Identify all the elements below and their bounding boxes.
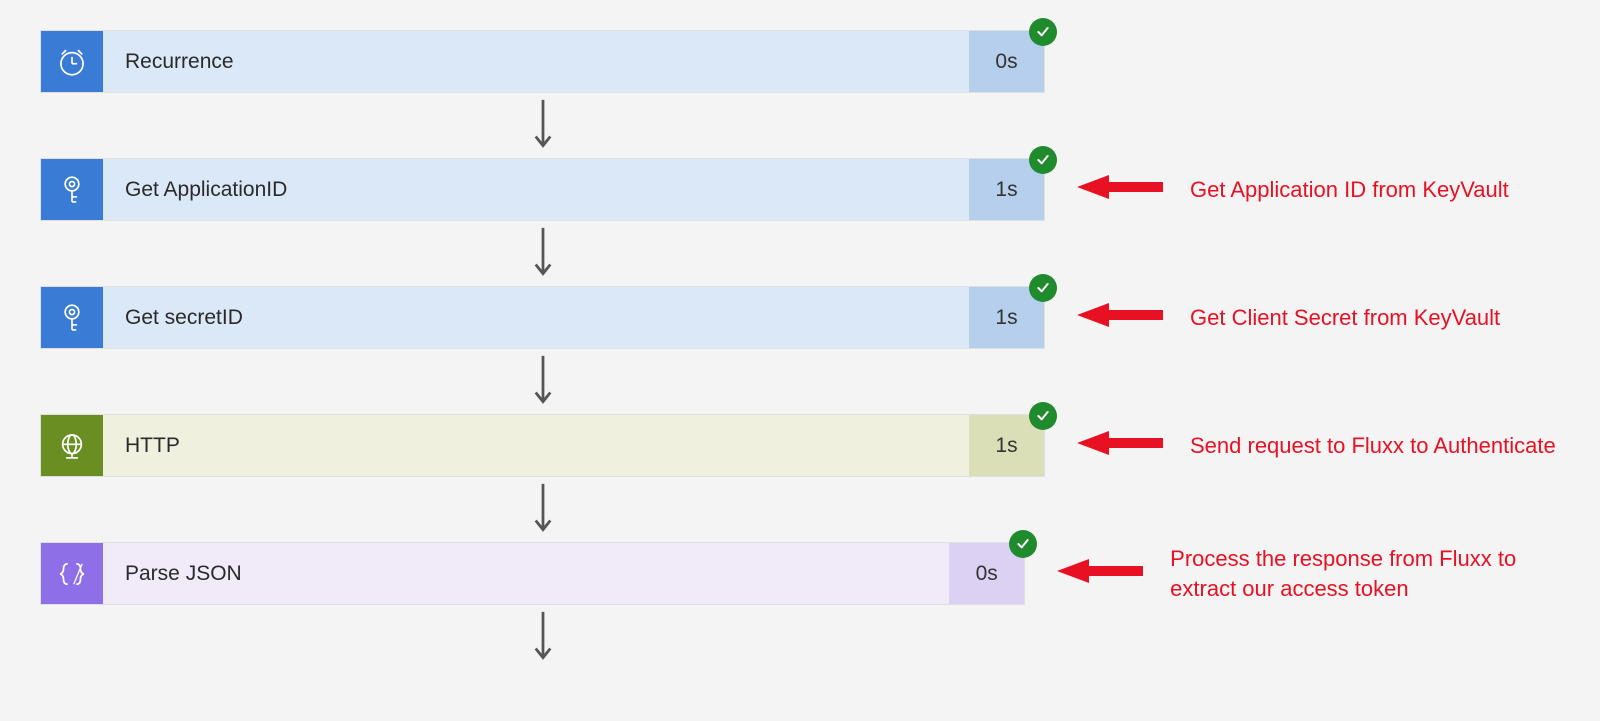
red-arrow-icon [1075, 300, 1165, 335]
logic-app-flow: Recurrence0s Get ApplicationID1s Get App… [0, 0, 1600, 700]
success-check-icon [1009, 530, 1037, 558]
success-check-icon [1029, 18, 1057, 46]
node-title: Recurrence [103, 31, 969, 92]
annotation: Get Application ID from KeyVault [1075, 172, 1509, 207]
red-arrow-icon [1055, 556, 1145, 591]
annotation-text: Get Client Secret from KeyVault [1190, 303, 1500, 333]
success-check-icon [1029, 146, 1057, 174]
annotation: Process the response from Fluxx to extra… [1055, 544, 1560, 603]
annotation-text: Send request to Fluxx to Authenticate [1190, 431, 1556, 461]
flow-arrow-down-icon [40, 349, 1045, 414]
clock-icon [41, 31, 103, 92]
globe-icon [41, 415, 103, 476]
annotation: Send request to Fluxx to Authenticate [1075, 428, 1556, 463]
annotation: Get Client Secret from KeyVault [1075, 300, 1500, 335]
node-title: HTTP [103, 415, 969, 476]
node-title: Get secretID [103, 287, 969, 348]
success-check-icon [1029, 402, 1057, 430]
flow-arrow-down-icon [40, 477, 1045, 542]
success-check-icon [1029, 274, 1057, 302]
annotation-text: Process the response from Fluxx to extra… [1170, 544, 1560, 603]
flow-arrow-down-icon [40, 221, 1045, 286]
annotation-text: Get Application ID from KeyVault [1190, 175, 1509, 205]
flow-node-get-secretid[interactable]: Get secretID1s [40, 286, 1045, 349]
red-arrow-icon [1075, 428, 1165, 463]
red-arrow-icon [1075, 172, 1165, 207]
flow-node-recurrence[interactable]: Recurrence0s [40, 30, 1045, 93]
flow-arrow-down-icon [40, 605, 1045, 670]
node-title: Parse JSON [103, 543, 949, 604]
node-title: Get ApplicationID [103, 159, 969, 220]
keyvault-icon [41, 159, 103, 220]
flow-arrow-down-icon [40, 93, 1045, 158]
keyvault-icon [41, 287, 103, 348]
flow-node-http[interactable]: HTTP1s [40, 414, 1045, 477]
json-icon [41, 543, 103, 604]
flow-node-parse-json[interactable]: Parse JSON0s [40, 542, 1025, 605]
flow-node-get-applicationid[interactable]: Get ApplicationID1s [40, 158, 1045, 221]
